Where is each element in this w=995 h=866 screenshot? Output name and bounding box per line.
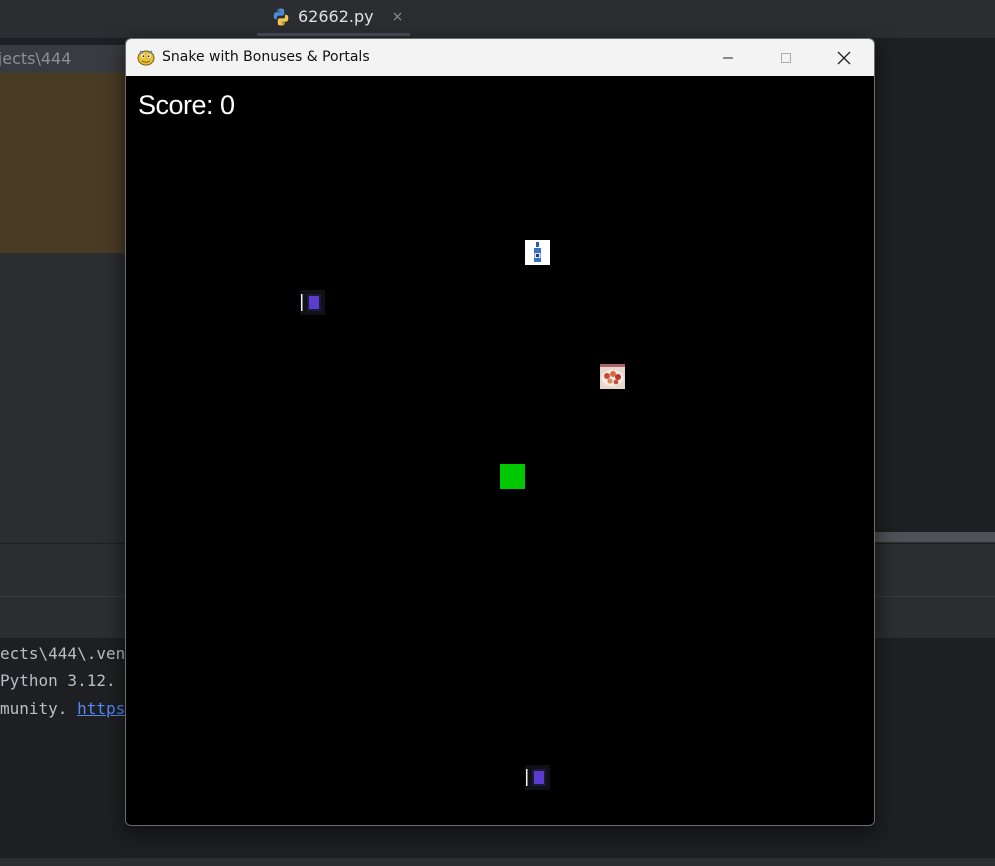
console-line: Python 3.12. [0,671,116,690]
project-path: ojects\444 [0,45,125,73]
maximize-icon [781,52,791,63]
project-tree-panel [0,253,125,543]
close-button[interactable] [815,39,873,76]
window-title: Snake with Bonuses & Portals [162,49,370,65]
console-line: ects\444\.ven [0,644,125,663]
ide-tab-bar: 62662.py × [0,0,995,39]
tab-close-icon[interactable]: × [392,9,404,25]
status-bar [0,858,995,866]
food-plate-icon [600,364,625,389]
editor-tab[interactable]: 62662.py × [257,0,410,36]
horizontal-scrollbar[interactable] [875,532,995,542]
editor-tab-label: 62662.py [298,7,374,26]
minimize-icon [723,57,733,58]
portal-icon [300,290,325,315]
console-line: munity. https [0,699,125,718]
console-link[interactable]: https [77,699,125,718]
python-icon [273,8,289,25]
minimize-button[interactable] [699,39,757,76]
window-title-bar[interactable]: Snake with Bonuses & Portals [126,39,874,77]
project-tree-selection[interactable] [0,73,125,253]
score-display: Score: 0 [138,90,235,120]
game-canvas[interactable]: Score: 0 [126,76,874,825]
maximize-button[interactable] [757,39,815,76]
portal-icon [525,765,550,790]
pygame-snake-icon [137,50,155,66]
close-icon [837,51,851,64]
snake-head [500,464,525,489]
bottle-icon [525,240,550,265]
game-window: Snake with Bonuses & Portals Score: 0 [125,38,875,826]
